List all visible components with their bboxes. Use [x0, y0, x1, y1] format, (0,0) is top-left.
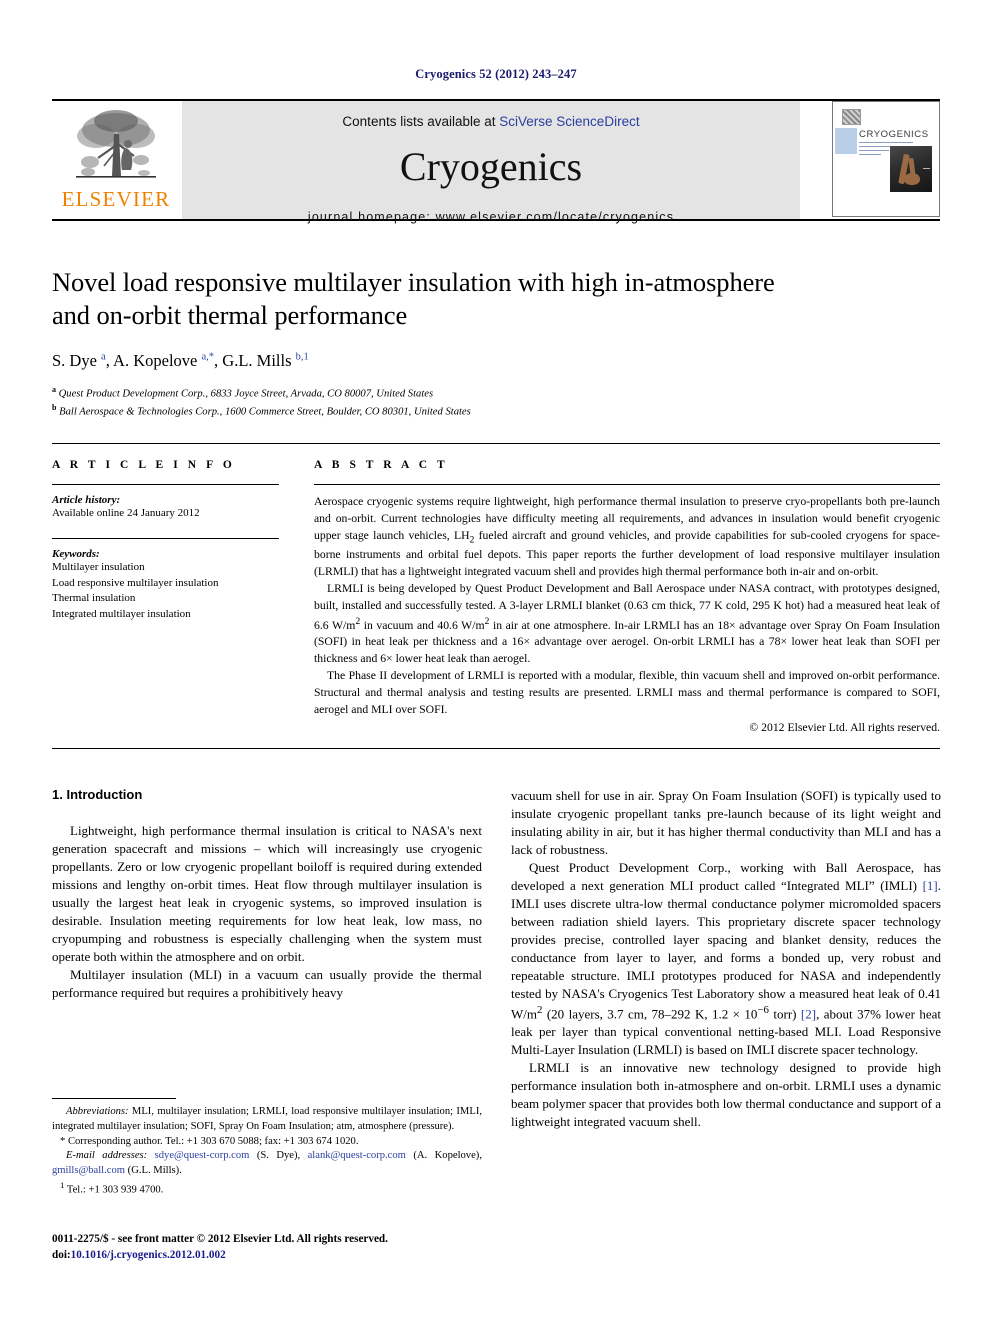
author-affil-marker-b: b,1 [295, 351, 309, 363]
section-heading-introduction: 1. Introduction [52, 786, 143, 802]
footnotes-block: Abbreviations: MLI, multilayer insulatio… [52, 1098, 482, 1199]
info-abstract-band: A R T I C L E I N F O Article history: A… [52, 443, 940, 749]
keywords-rule [52, 537, 279, 539]
article-info-rule [52, 484, 279, 486]
cover-journal-title: CRYOGENICS [859, 129, 929, 140]
masthead-center: Contents lists available at SciVerse Sci… [182, 101, 800, 224]
journal-cover-thumbnail: CRYOGENICS [832, 101, 940, 217]
email-link-alank[interactable]: alank@quest-corp.com [308, 1150, 406, 1161]
elsevier-wordmark: ELSEVIER [61, 187, 171, 211]
doi-link[interactable]: 10.1016/j.cryogenics.2012.01.002 [71, 1249, 226, 1261]
abstract-column: A B S T R A C T Aerospace cryogenic syst… [305, 459, 940, 734]
paper-title-line-1: Novel load responsive multilayer insulat… [52, 267, 775, 297]
cover-blue-bar [835, 128, 857, 154]
corresponding-author-text: Corresponding author. Tel.: +1 303 670 5… [65, 1135, 359, 1147]
abstract-paragraph: Aerospace cryogenic systems require ligh… [314, 495, 940, 579]
affiliations: a Quest Product Development Corp., 6833 … [52, 384, 940, 420]
footnote-emails: E-mail addresses: sdye@quest-corp.com (S… [52, 1149, 482, 1179]
telephone-text: Tel.: +1 303 939 4700. [64, 1184, 164, 1196]
email-1-owner: (S. Dye), [249, 1150, 308, 1162]
article-history-value: Available online 24 January 2012 [52, 507, 200, 520]
issn-line: 0011-2275/$ - see front matter © 2012 El… [52, 1233, 388, 1245]
publisher-logo: ELSEVIER [52, 101, 180, 219]
reference-link-2[interactable]: [2] [801, 1006, 816, 1021]
body-paragraph: vacuum shell for use in air. Spray On Fo… [511, 787, 941, 857]
journal-title: Cryogenics [399, 144, 583, 189]
elsevier-tree-icon [76, 110, 156, 178]
paper-title-line-2: and on-orbit thermal performance [52, 300, 408, 331]
sciencedirect-link[interactable]: SciVerse ScienceDirect [499, 114, 639, 129]
body-column-left: 1. Introduction Lightweight, high perfor… [52, 787, 482, 1131]
journal-homepage-link[interactable]: journal homepage: www.elsevier.com/locat… [308, 210, 674, 224]
cover-photo-image [890, 146, 932, 192]
article-info-column: A R T I C L E I N F O Article history: A… [52, 459, 305, 733]
email-link-sdye[interactable]: sdye@quest-corp.com [155, 1150, 250, 1161]
affiliation-b-row: b Ball Aerospace & Technologies Corp., 1… [52, 402, 940, 420]
page-title: Novel load responsive multilayer insulat… [52, 266, 940, 333]
keyword-item: Thermal insulation [52, 592, 136, 605]
affil-marker-a: a [52, 384, 56, 394]
abbreviations-label: Abbreviations: [66, 1106, 129, 1117]
running-head: Cryogenics 52 (2012) 243–247 [415, 67, 577, 81]
cover-publisher-mark-icon [842, 109, 861, 125]
body-paragraph: Quest Product Development Corp., working… [511, 859, 941, 1057]
affil-marker-b: b [52, 402, 57, 412]
keywords-label: Keywords: [52, 547, 100, 560]
doi-label: doi: [52, 1249, 71, 1262]
introduction-right-text: vacuum shell for use in air. Spray On Fo… [511, 787, 941, 1131]
keyword-item: Integrated multilayer insulation [52, 608, 191, 621]
author-list: S. Dye a, A. Kopelove a,*, G.L. Mills b,… [52, 350, 309, 370]
article-history-label: Article history: [52, 494, 121, 507]
footnote-corresponding-author: * Corresponding author. Tel.: +1 303 670… [52, 1135, 482, 1150]
article-info-heading: A R T I C L E I N F O [52, 459, 236, 472]
body-paragraph: LRMLI is an innovative new technology de… [511, 1059, 941, 1129]
email-3-owner: (G.L. Mills). [125, 1165, 182, 1177]
body-paragraph: Multilayer insulation (MLI) in a vacuum … [52, 966, 482, 1000]
affiliation-a-text: Quest Product Development Corp., 6833 Jo… [58, 388, 434, 400]
abstract-paragraph: LRMLI is being developed by Quest Produc… [314, 581, 940, 666]
paper-page: Cryogenics 52 (2012) 243–247 ELSEVIER Co… [0, 0, 992, 1323]
doi-line: doi:10.1016/j.cryogenics.2012.01.002 [52, 1247, 482, 1263]
email-2-owner: (A. Kopelove), [405, 1150, 482, 1162]
affiliation-b-text: Ball Aerospace & Technologies Corp., 160… [59, 406, 471, 418]
masthead-right: CRYOGENICS [800, 101, 940, 219]
footnote-separator-rule [52, 1098, 176, 1099]
body-columns: 1. Introduction Lightweight, high perfor… [52, 787, 941, 1131]
author-affil-marker-a-star: a,* [201, 351, 215, 363]
keyword-item: Multilayer insulation [52, 560, 145, 573]
abstract-body: Aerospace cryogenic systems require ligh… [314, 494, 940, 718]
contents-prefix: Contents lists available at [342, 114, 500, 129]
abstract-paragraph: The Phase II development of LRMLI is rep… [314, 669, 940, 716]
author-affil-marker-a: a [101, 351, 106, 363]
body-column-right: vacuum shell for use in air. Spray On Fo… [511, 787, 941, 1131]
body-paragraph: Lightweight, high performance thermal in… [52, 822, 482, 964]
abstract-copyright: © 2012 Elsevier Ltd. All rights reserved… [749, 720, 940, 734]
introduction-left-text: Lightweight, high performance thermal in… [52, 822, 482, 1002]
email-link-gmills[interactable]: gmills@ball.com [52, 1165, 125, 1176]
journal-masthead: ELSEVIER Contents lists available at Sci… [52, 99, 940, 224]
keyword-item: Load responsive multilayer insulation [52, 576, 219, 589]
email-addresses-label: E-mail addresses: [66, 1150, 148, 1162]
issn-copyright-footer: 0011-2275/$ - see front matter © 2012 El… [52, 1231, 482, 1263]
footnote-telephone: 1 Tel.: +1 303 939 4700. [52, 1179, 482, 1198]
footnote-abbreviations: Abbreviations: MLI, multilayer insulatio… [52, 1105, 482, 1135]
contents-available-line: Contents lists available at SciVerse Sci… [342, 114, 639, 129]
title-block: Novel load responsive multilayer insulat… [52, 221, 940, 420]
affiliation-a-row: a Quest Product Development Corp., 6833 … [52, 384, 940, 402]
abstract-heading: A B S T R A C T [314, 459, 449, 472]
abstract-rule [314, 484, 940, 486]
reference-link-1[interactable]: [1] [923, 878, 938, 893]
